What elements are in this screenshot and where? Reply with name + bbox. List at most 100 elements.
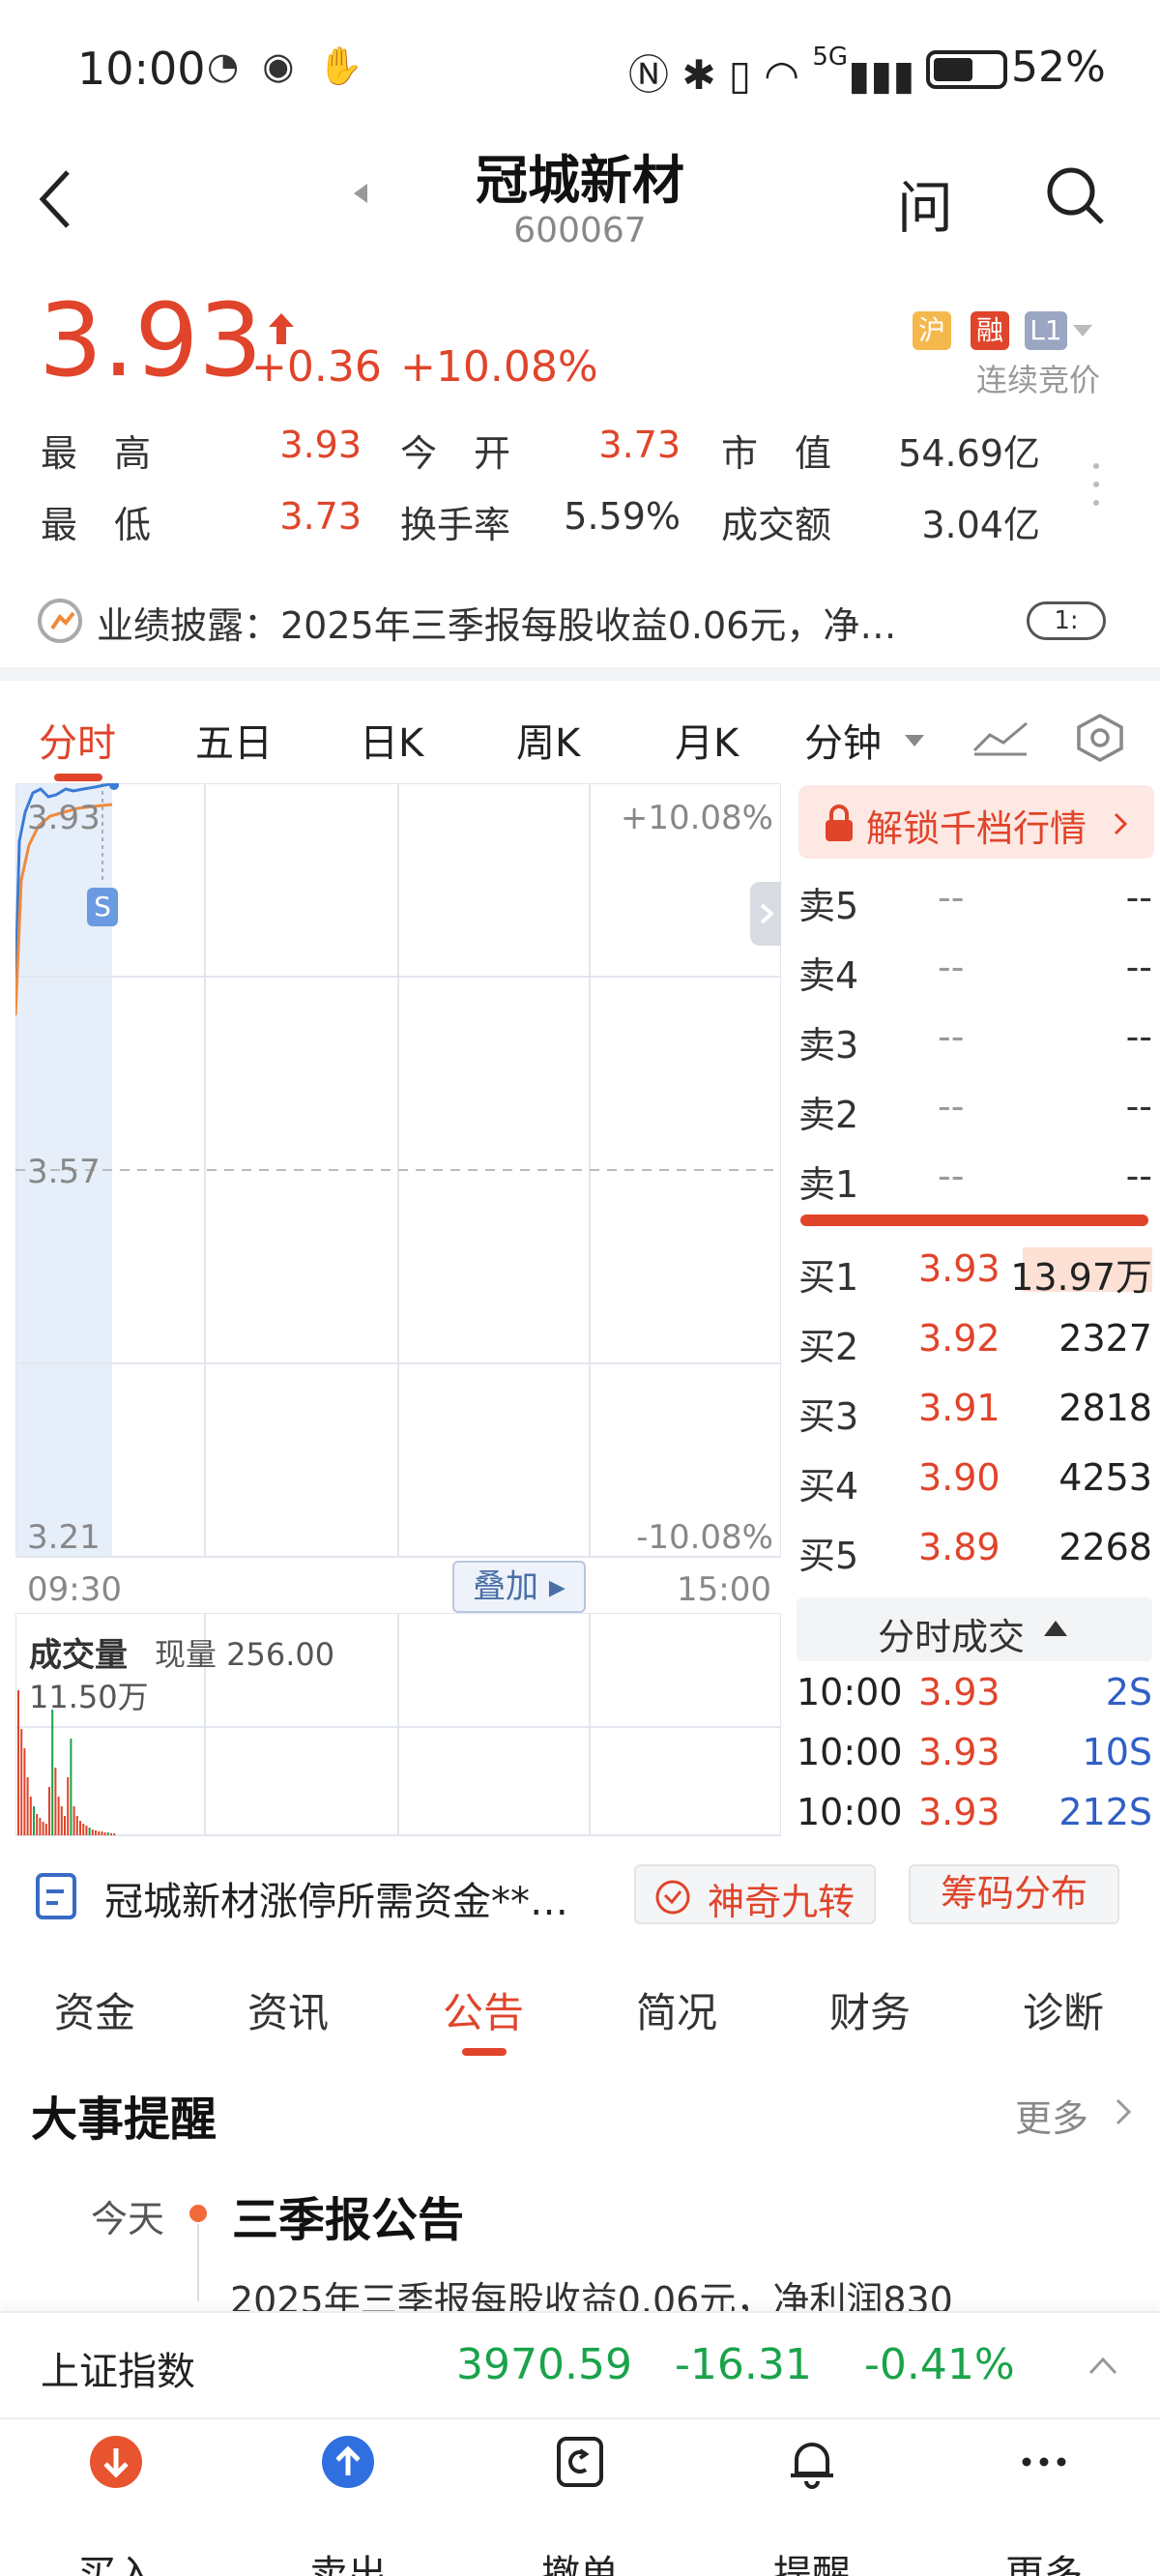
bid-level-label: 买4 (798, 1465, 859, 1508)
bid-level-price: 3.89 (918, 1526, 1000, 1568)
tick-time: 10:00 (797, 1731, 903, 1773)
volume-bar (106, 1832, 109, 1835)
search-button[interactable] (1042, 162, 1110, 230)
divider (0, 667, 1160, 681)
tick-price: 3.93 (918, 1671, 1000, 1713)
volume-bar (36, 1814, 39, 1835)
tick-volume: 10S (1082, 1731, 1152, 1773)
volume-grid (15, 1613, 781, 1836)
battery-percent: 52% (1011, 43, 1106, 92)
ask-button[interactable]: 问 (897, 162, 953, 244)
tab-intraday[interactable]: 分时 (39, 712, 116, 768)
s-marker[interactable]: S (87, 888, 118, 926)
ask-level-label: 卖3 (798, 1024, 859, 1067)
events-more-link[interactable]: 更多 (1015, 2089, 1088, 2142)
chip-distribution-button[interactable]: 筹码分布 (909, 1864, 1119, 1924)
stock-code: 600067 (513, 211, 647, 250)
overlay-button[interactable]: 叠加 ▸ (452, 1561, 586, 1613)
expand-orderbook-button[interactable] (750, 882, 781, 946)
volume-bar (72, 1806, 75, 1835)
index-change: -16.31 (675, 2340, 812, 2389)
intraday-chart[interactable] (15, 783, 781, 1559)
price-mid-label: 3.57 (27, 1153, 101, 1191)
disclosure-pager[interactable]: 1: (1027, 601, 1106, 640)
ask-level-label: 卖5 (798, 885, 859, 927)
vertical-more-icon[interactable] (1092, 460, 1100, 509)
trading-status: 连续竞价 (976, 362, 1101, 398)
chart-style-icon[interactable] (971, 717, 1030, 758)
quote-label-high: 最 高 (41, 432, 152, 475)
quote-value-high: 3.93 (279, 424, 362, 466)
status-time: 10:00 (77, 43, 206, 95)
bid-level-price: 3.90 (918, 1456, 1000, 1499)
more-dots-icon (1022, 2457, 1066, 2467)
market-badge-sh: 沪 (913, 311, 951, 350)
ask-level-label: 卖2 (798, 1094, 859, 1136)
tab-minute[interactable]: 分钟 (804, 712, 882, 768)
bid-level-price: 3.93 (918, 1247, 1000, 1290)
event-title[interactable]: 三季报公告 (232, 2181, 464, 2249)
tab-news[interactable]: 资讯 (247, 1980, 329, 2039)
tab-weekly-k[interactable]: 周K (516, 712, 580, 768)
bid-level-label: 买2 (798, 1326, 859, 1368)
tab-finance[interactable]: 财务 (829, 1980, 911, 2039)
chevron-up-icon[interactable] (1088, 2356, 1117, 2375)
quote-label-amount: 成交额 (721, 504, 832, 546)
nav-cancel-label: 撤单 (541, 2553, 619, 2576)
sell-icon (322, 2436, 374, 2488)
tab-monthly-k[interactable]: 月K (675, 712, 739, 768)
index-change-pct: -0.41% (864, 2340, 1015, 2389)
chevron-left-icon (39, 170, 70, 228)
volume-bar (98, 1831, 101, 1835)
back-button[interactable] (29, 164, 87, 232)
status-bar: 10:00 ◔ ◉ ✋ Ⓝ ✱ ▯ ◠ 5G▮▮▮ 52% (0, 0, 1160, 135)
bell-icon (791, 2443, 833, 2489)
volume-bar (23, 1748, 26, 1835)
network-type: 5G (812, 43, 849, 72)
volume-bar (75, 1816, 78, 1835)
volume-bar (57, 1797, 60, 1835)
tick-price: 3.93 (918, 1731, 1000, 1773)
tick-volume: 212S (1058, 1791, 1152, 1833)
disclosure-text[interactable]: 业绩披露：2025年三季报每股收益0.06元，净… (97, 596, 896, 649)
nav-more-label: 更多 (1005, 2553, 1083, 2576)
tab-daily-k[interactable]: 日K (360, 712, 423, 768)
tab-profile[interactable]: 简况 (636, 1980, 717, 2039)
index-value: 3970.59 (456, 2340, 632, 2389)
document-icon (36, 1873, 76, 1919)
limit-up-funds-link[interactable]: 冠城新材涨停所需资金**… (104, 1870, 568, 1926)
search-icon (1047, 167, 1104, 224)
tick-price: 3.93 (918, 1791, 1000, 1833)
current-price: 3.93 (39, 281, 263, 399)
bid-level-label: 买5 (798, 1535, 859, 1577)
margin-badge: 融 (971, 311, 1009, 350)
volume-bar (17, 1690, 19, 1835)
check-circle-icon (655, 1880, 690, 1915)
up-arrow-icon (269, 313, 294, 344)
level-caret-icon[interactable] (1073, 325, 1092, 337)
volume-bar (85, 1826, 88, 1835)
price-change-pct: +10.08% (400, 342, 598, 392)
tab-announcements[interactable]: 公告 (443, 1980, 524, 2039)
tab-diagnosis[interactable]: 诊断 (1023, 1980, 1104, 2039)
disclosure-icon (38, 599, 82, 643)
event-day: 今天 (91, 2198, 165, 2240)
tab-funds[interactable]: 资金 (54, 1980, 135, 2039)
level-badge[interactable]: L1 (1025, 311, 1067, 350)
ask-level-price: -- (938, 946, 965, 988)
ask-level-price: -- (938, 1085, 965, 1127)
price-change: +0.36 (251, 342, 382, 392)
quote-label-low: 最 低 (41, 504, 152, 546)
tab-five-day[interactable]: 五日 (195, 712, 273, 768)
volume-bar (82, 1824, 85, 1835)
volume-bar (110, 1833, 112, 1835)
ask-level-volume: -- (1125, 876, 1152, 919)
index-name: 上证指数 (41, 2350, 195, 2394)
timeline-line (197, 2224, 199, 2301)
time-end-label: 15:00 (677, 1570, 771, 1609)
minute-dropdown-icon[interactable] (905, 735, 924, 746)
settings-hex-icon[interactable] (1073, 712, 1127, 764)
ask-level-price: -- (938, 876, 965, 919)
ask-level-volume: -- (1125, 1015, 1152, 1058)
overlay-label: 叠加 (473, 1567, 539, 1606)
